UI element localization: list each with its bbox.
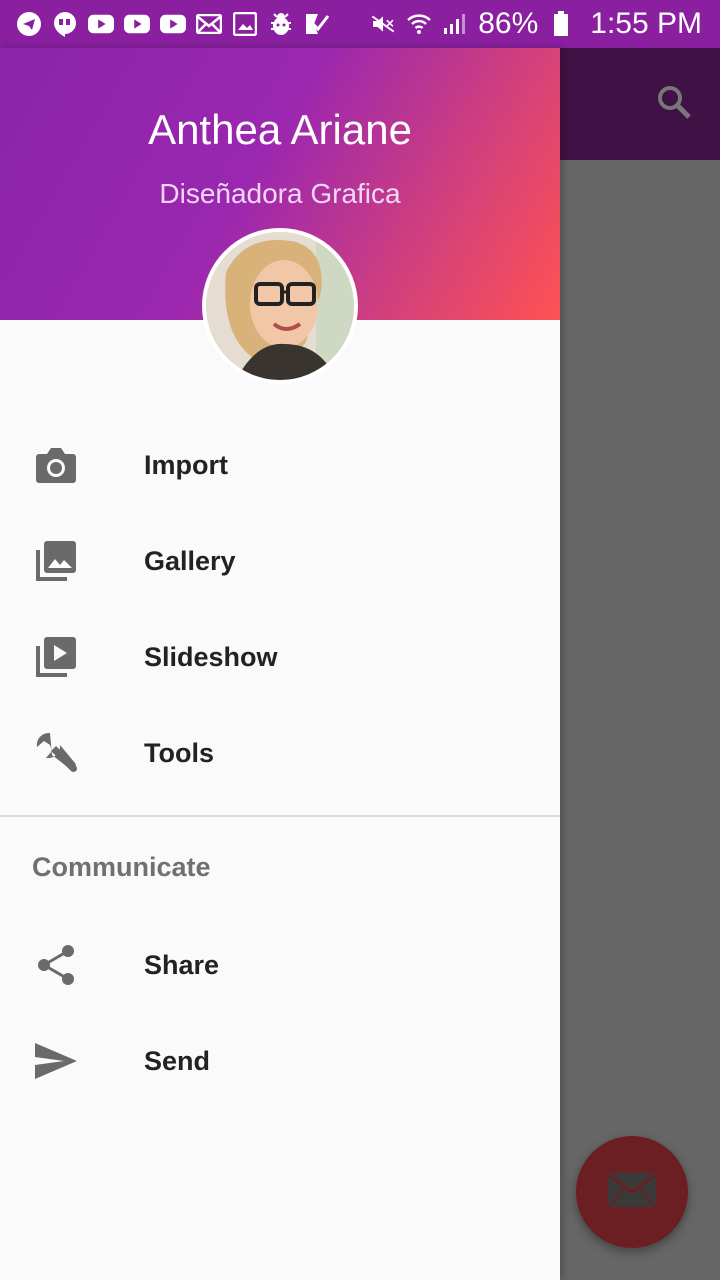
telegram-icon [16,11,42,37]
clock: 1:55 PM [590,7,702,40]
menu-item-label: Gallery [144,545,236,576]
navigation-drawer: Anthea Ariane Diseñadora Grafica Import [0,48,560,1280]
menu-item-label: Slideshow [144,641,278,672]
user-role: Diseñadora Grafica [159,178,401,209]
search-button[interactable] [654,84,694,124]
photo-library-icon [32,537,80,585]
mail-icon [607,1172,657,1213]
avatar-photo [206,232,354,380]
drawer-menu: Import Gallery Slideshow Tools Communica… [0,417,560,1109]
youtube-icon [124,11,150,37]
menu-item-gallery[interactable]: Gallery [0,513,560,609]
menu-item-tools[interactable]: Tools [0,705,560,801]
system-status: 86% 1:55 PM [370,7,702,41]
check-icon [304,11,330,37]
menu-item-send[interactable]: Send [0,1013,560,1109]
menu-item-label: Tools [144,737,214,768]
hangouts-icon [52,11,78,37]
mute-icon [370,11,396,37]
wrench-icon [32,729,80,777]
youtube-icon [160,11,186,37]
bug-icon [268,11,294,37]
menu-item-slideshow[interactable]: Slideshow [0,609,560,705]
menu-item-label: Import [144,449,228,480]
send-icon [32,1037,80,1085]
youtube-icon [88,11,114,37]
user-name: Anthea Ariane [148,106,412,153]
battery-icon [548,11,574,37]
share-icon [32,941,80,989]
camera-icon [32,441,80,489]
menu-item-import[interactable]: Import [0,417,560,513]
notification-icons [16,11,330,37]
section-title: Communicate [32,851,211,882]
wifi-icon [406,11,432,37]
menu-item-share[interactable]: Share [0,917,560,1013]
mail-icon [196,11,222,37]
menu-item-label: Share [144,949,220,980]
signal-icon [442,11,468,37]
email-fab[interactable] [576,1136,688,1248]
status-bar: 86% 1:55 PM [0,0,720,48]
slideshow-icon [32,633,80,681]
search-icon [655,83,693,126]
battery-percent: 86% [478,7,539,40]
avatar[interactable] [202,228,358,384]
menu-item-label: Send [144,1045,211,1076]
image-icon [232,11,258,37]
